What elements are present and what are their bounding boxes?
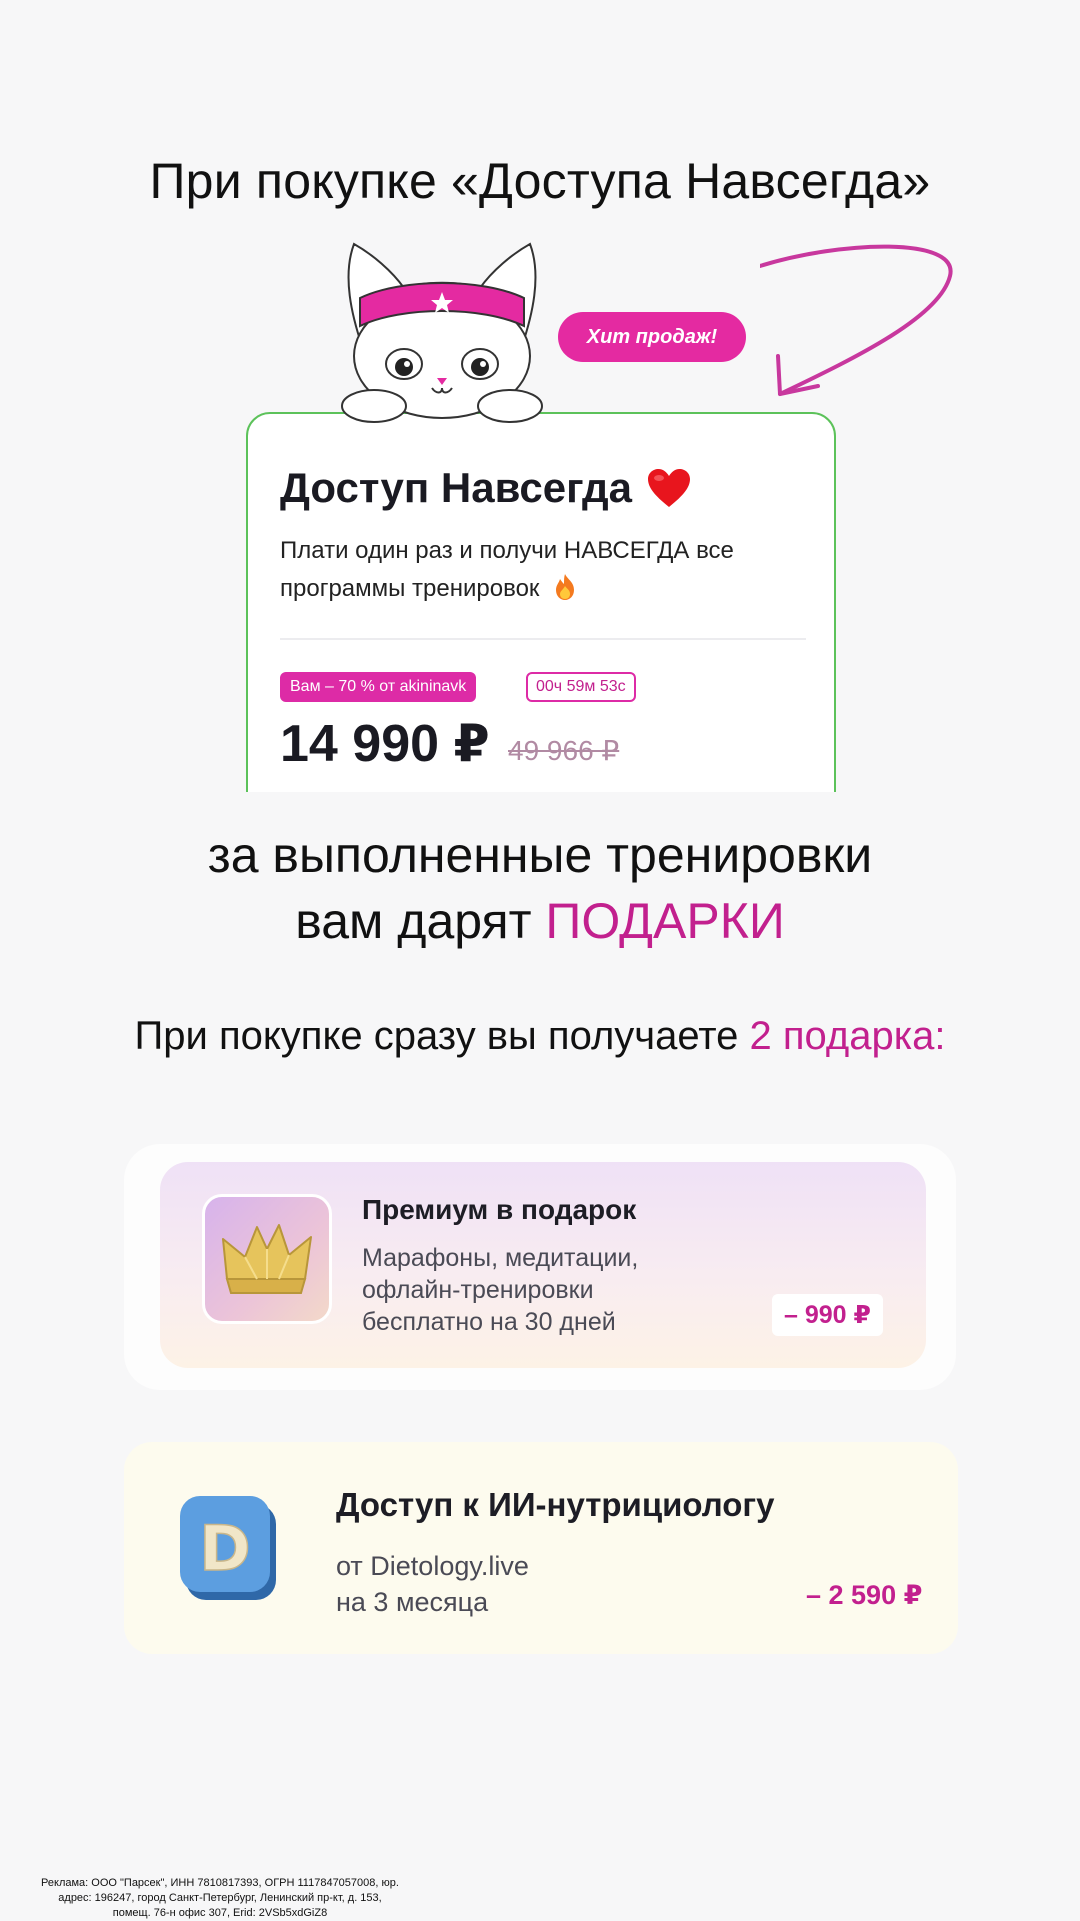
headline-gifts: При покупке сразу вы получаете 2 подарка… — [134, 1014, 946, 1058]
gift-title: Доступ к ИИ-нутрициологу — [336, 1486, 775, 1523]
headline-middle-line1: за выполненные тренировки — [207, 827, 873, 883]
product-subtitle: Плати один раз и получи НАВСЕГДА все про… — [280, 537, 734, 602]
gift-description: от Dietology.live на 3 месяца — [336, 1551, 529, 1617]
gift-price-badge: – 990 ₽ — [772, 1294, 883, 1336]
hit-badge: Хит продаж! — [558, 312, 746, 362]
product-card-crop: Доступ Навсегда Плати один раз и получи … — [246, 412, 840, 792]
product-title-row: Доступ Навсегда — [280, 464, 692, 512]
countdown-timer: 00ч 59м 53с — [526, 672, 636, 702]
gift-title: Премиум в подарок — [362, 1194, 637, 1225]
gift-description: Марафоны, медитации, офлайн-тренировки б… — [362, 1244, 639, 1336]
dietology-letter: D — [199, 1512, 250, 1585]
ad-disclaimer: Реклама: ООО "Парсек", ИНН 7810817393, О… — [41, 1877, 399, 1919]
arrow-icon — [760, 244, 953, 396]
gift-price: – 2 590 ₽ — [806, 1580, 923, 1610]
product-price: 14 990 ₽ — [280, 715, 490, 773]
product-title: Доступ Навсегда — [280, 464, 632, 511]
dietology-d-icon: D — [180, 1496, 276, 1600]
product-card[interactable]: Доступ Навсегда Плати один раз и получи … — [246, 412, 836, 792]
crown-icon — [222, 1224, 312, 1294]
divider — [280, 638, 806, 640]
gift-icon-tile — [202, 1194, 332, 1324]
gifts-count-highlight: 2 подарка: — [749, 1014, 946, 1058]
product-old-price: 49 966 ₽ — [508, 735, 620, 766]
headline-top: При покупке «Доступа Навсегда» — [149, 153, 931, 209]
headline-middle: за выполненные тренировки вам дарят ПОДА… — [0, 822, 1080, 954]
heart-icon — [648, 469, 690, 507]
fire-icon — [556, 574, 575, 600]
cat-mascot-icon — [341, 242, 543, 423]
promo-badge: Вам – 70 % от akininavk — [280, 672, 477, 702]
headline-middle-line2: вам дарят ПОДАРКИ — [295, 893, 785, 949]
headline-highlight: ПОДАРКИ — [545, 893, 785, 949]
